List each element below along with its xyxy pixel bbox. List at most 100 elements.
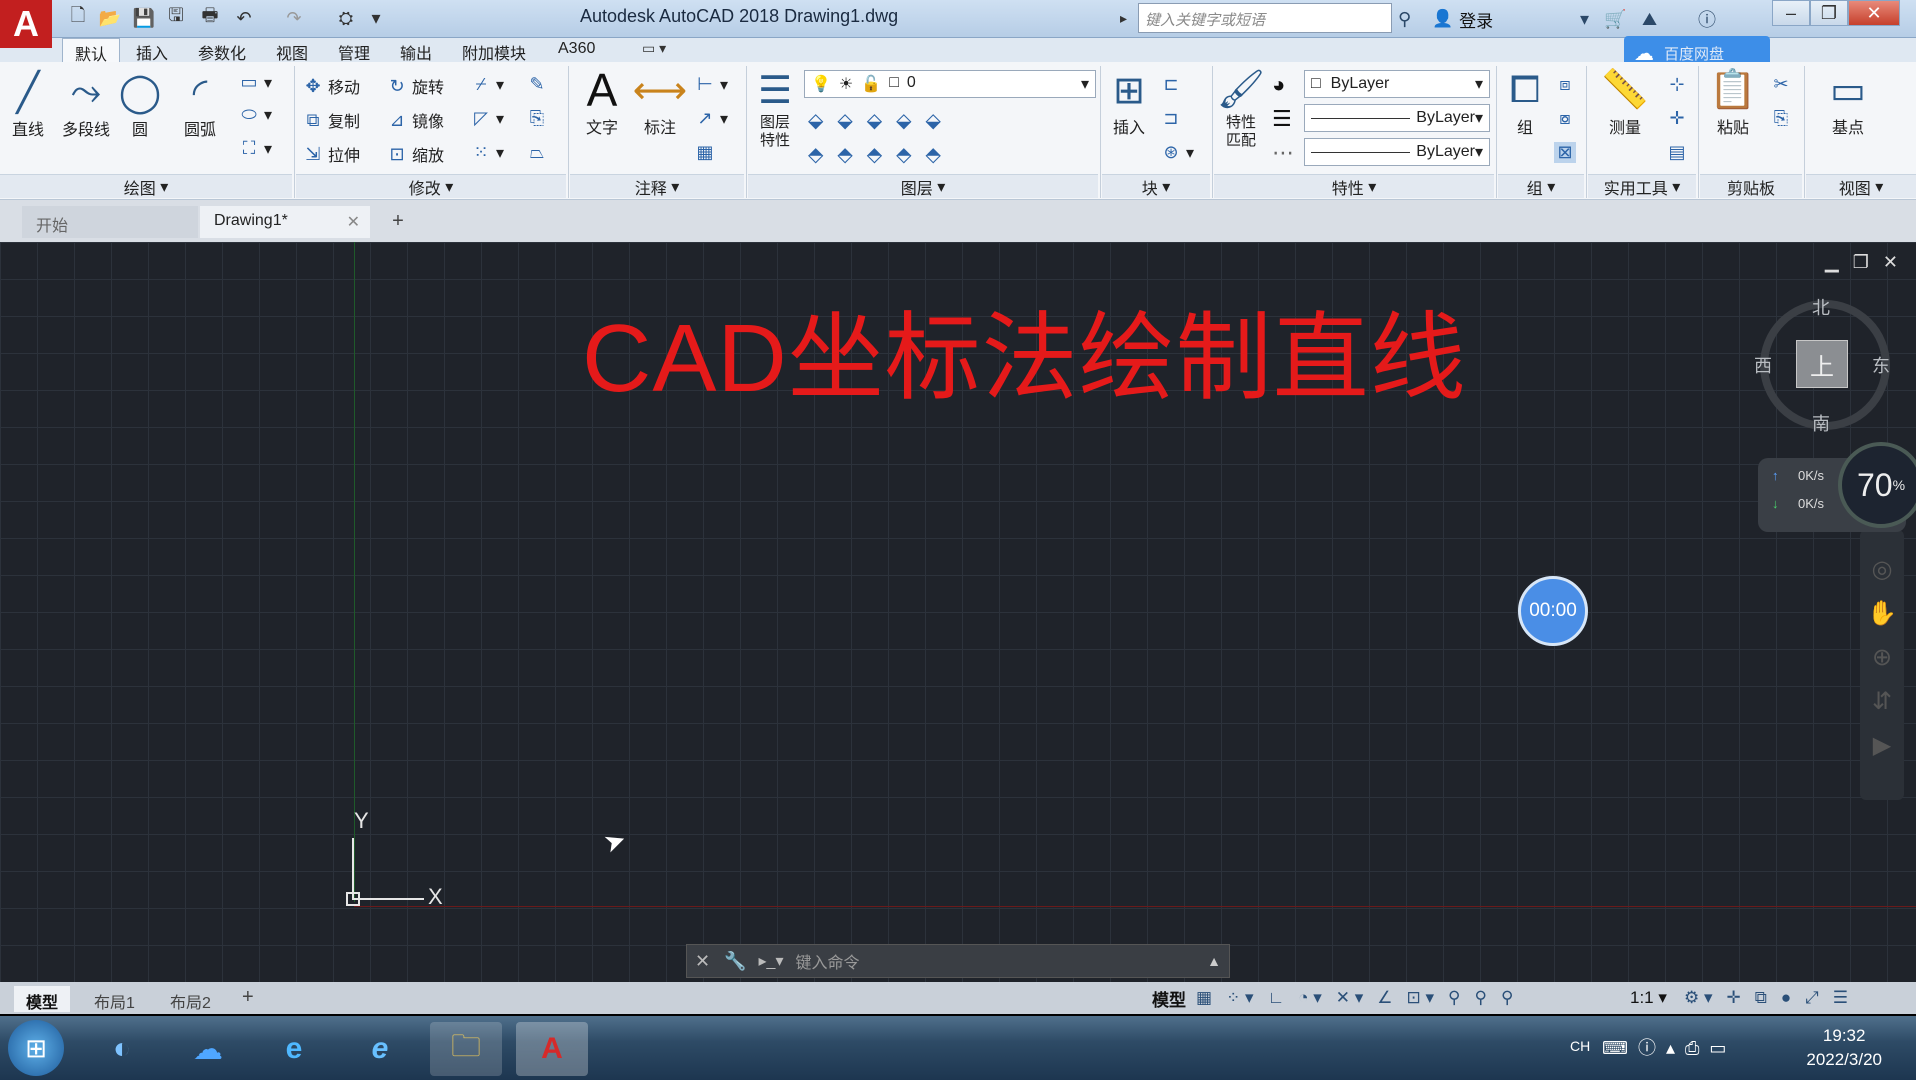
nav-tools[interactable]: ◎ ✋ ⊕ ⇵ ▶ (1860, 548, 1904, 768)
stretch-button[interactable]: ⇲ 拉伸 (302, 142, 360, 166)
annotation-scale-dropdown[interactable]: 1:1 ▾ (1630, 984, 1667, 1012)
viewcube-top-face[interactable]: 上 (1796, 340, 1848, 388)
app-menu-button[interactable]: A (0, 0, 52, 48)
grid-icon[interactable]: ▦ (1196, 988, 1212, 1008)
recording-timer[interactable]: 00:00 (1518, 576, 1588, 646)
base-view-button[interactable]: ▭ 基点 (1820, 66, 1876, 138)
login-dropdown-icon[interactable]: ▾ (1580, 6, 1589, 32)
compass-south[interactable]: 南 (1812, 410, 1830, 436)
tab-addins[interactable]: 附加模块 (450, 38, 538, 63)
match-properties-button[interactable]: 🖌 特性匹配 (1216, 66, 1266, 150)
command-line[interactable]: ✕ 🔧 ▸_▾ 键入命令 ▲ (686, 944, 1230, 978)
hatch-button[interactable]: ⬭ ▾ (238, 104, 272, 125)
compass-west[interactable]: 西 (1754, 352, 1772, 378)
tab-parametric[interactable]: 参数化 (186, 38, 258, 63)
point-button[interactable]: ✛ (1666, 108, 1688, 129)
new-tab-icon[interactable]: + (384, 210, 412, 234)
annotation-visibility-icon[interactable]: ⚲ (1448, 988, 1460, 1008)
paste-button[interactable]: 📋 粘贴 (1708, 66, 1758, 138)
block-panel-title[interactable]: 块 ▾ (1102, 174, 1210, 198)
taskbar-browser-button[interactable]: ◐ (86, 1022, 158, 1076)
clipboard-panel-title[interactable]: 剪贴板 (1700, 174, 1802, 198)
linetype-dropdown[interactable]: ByLayer ▾ (1304, 104, 1490, 132)
copy-button[interactable]: ⧉ 复制 (302, 108, 360, 132)
ribbon-minimize-icon[interactable]: ▭ ▾ (642, 40, 666, 57)
utilities-panel-title[interactable]: 实用工具 ▾ (1588, 174, 1696, 198)
tab-manage[interactable]: 管理 (326, 38, 382, 63)
help-icon[interactable]: ⓘ (1698, 6, 1716, 32)
tab-insert[interactable]: 插入 (124, 38, 180, 63)
compass-north[interactable]: 北 (1812, 294, 1830, 320)
customize-menu-icon[interactable]: ☰ (1833, 988, 1848, 1008)
save-icon[interactable]: 💾 (132, 6, 156, 30)
command-input[interactable]: 键入命令 (789, 949, 1207, 973)
ime-indicator[interactable]: CH (1570, 1038, 1590, 1054)
isodraft-icon[interactable]: ✕ ▾ (1336, 988, 1364, 1008)
snap-icon[interactable]: ⁘ ▾ (1226, 988, 1254, 1008)
dimension-button[interactable]: ⟷ 标注 (633, 66, 687, 138)
tab-default[interactable]: 默认 (62, 38, 121, 64)
start-button[interactable]: ⊞ (8, 1020, 64, 1076)
navigation-bar[interactable]: ◎ ✋ ⊕ ⇵ ▶ (1860, 530, 1904, 800)
move-button[interactable]: ✥ 移动 (302, 74, 360, 98)
open-file-icon[interactable]: 📂 (98, 6, 122, 30)
tab-layout2[interactable]: 布局2 (158, 986, 223, 1012)
command-close-icon[interactable]: ✕ (687, 951, 718, 972)
viewport-close-icon[interactable]: ✕ (1883, 252, 1898, 273)
search-input[interactable]: 键入关键字或短语 (1138, 3, 1392, 33)
system-clock[interactable]: 19:32 2022/3/20 (1806, 1024, 1882, 1072)
layers-panel-title[interactable]: 图层 ▾ (748, 174, 1098, 198)
ungroup-button[interactable]: ⧈ (1554, 74, 1576, 95)
login-button[interactable]: 👤 登录 (1432, 6, 1493, 32)
offset-button[interactable]: ⏢ (526, 142, 548, 163)
group-edit-button[interactable]: ⧇ (1554, 108, 1576, 129)
arc-button[interactable]: ◜ 圆弧 (176, 68, 224, 140)
cart-icon[interactable]: 🛒 (1604, 6, 1626, 32)
annotation-scale-icon[interactable]: ⚲ (1501, 988, 1513, 1008)
add-layout-icon[interactable]: + (242, 986, 254, 1009)
fullscreen-icon[interactable]: ⤢ (1805, 988, 1819, 1008)
table-button[interactable]: ▦ (694, 142, 716, 163)
boundary-button[interactable]: ⛶ ▾ (238, 138, 272, 159)
redo-icon[interactable]: ↷ (282, 6, 306, 30)
tab-drawing1[interactable]: Drawing1* ✕ (200, 206, 370, 238)
tab-view[interactable]: 视图 (264, 38, 320, 63)
annotation-panel-title[interactable]: 注释 ▾ (570, 174, 744, 198)
qat-dropdown-icon[interactable]: ▾ (364, 6, 388, 30)
units-icon[interactable]: ⧉ (1755, 988, 1767, 1008)
command-history-icon[interactable]: ▲ (1207, 953, 1229, 969)
explode-button[interactable]: ⎘ (526, 108, 548, 129)
layer-dropdown[interactable]: 💡 ☀ 🔓 □ 0 ▾ (804, 70, 1096, 98)
edit-block-button[interactable]: ⊐ (1160, 108, 1182, 129)
osnap-icon[interactable]: ⊡ ▾ (1407, 988, 1435, 1008)
isolate-objects-icon[interactable]: ● (1781, 988, 1791, 1008)
cut-button[interactable]: ✂ (1770, 74, 1792, 95)
model-space-button[interactable]: 模型 (1152, 984, 1186, 1012)
properties-panel-title[interactable]: 特性 ▾ (1214, 174, 1494, 198)
polyline-button[interactable]: ⤳ 多段线 (58, 68, 114, 140)
command-prompt-icon[interactable]: ▸_▾ (753, 951, 790, 971)
modify-panel-title[interactable]: 修改 ▾ (296, 174, 566, 198)
view-panel-title[interactable]: 视图 ▾ (1806, 174, 1916, 198)
trim-button[interactable]: ⌿ ▾ (470, 74, 504, 95)
maximize-button[interactable]: ❐ (1810, 0, 1848, 26)
drawing-canvas[interactable]: CAD坐标法绘制直线 ▁ ❐ ✕ Y X ➤ 上 北 南 东 西 ◎ ✋ ⊕ ⇵ ▶ ↑ 0… (0, 242, 1916, 982)
taskbar-baidu-button[interactable]: ☁ (172, 1022, 244, 1076)
viewport-minimize-icon[interactable]: ▁ (1825, 252, 1839, 273)
copy-clip-button[interactable]: ⎘ (1770, 108, 1792, 129)
rectangle-button[interactable]: ▭ ▾ (238, 72, 272, 93)
minimize-button[interactable]: – (1772, 0, 1810, 26)
command-settings-icon[interactable]: 🔧 (718, 951, 752, 972)
mirror-button[interactable]: ⊿ 镜像 (386, 108, 444, 132)
workspace-gear-icon[interactable]: ⚙ ▾ (1684, 988, 1713, 1008)
insert-block-button[interactable]: ⊞ 插入 (1104, 66, 1154, 138)
annotation-autoscale-icon[interactable]: ⚲ (1475, 988, 1487, 1008)
linear-dim-button[interactable]: ⊢ ▾ (694, 74, 728, 95)
close-window-button[interactable]: ✕ (1848, 0, 1900, 26)
save-as-icon[interactable]: 🖫 (164, 5, 188, 30)
tray-icons[interactable]: ⌨ⓘ▴⎙▭ (1602, 1034, 1736, 1060)
fillet-button[interactable]: ◸ ▾ (470, 108, 504, 129)
measure-button[interactable]: 📏 测量 (1598, 66, 1652, 138)
block-attributes-button[interactable]: ⊛ ▾ (1160, 142, 1194, 163)
tab-output[interactable]: 输出 (388, 38, 444, 63)
